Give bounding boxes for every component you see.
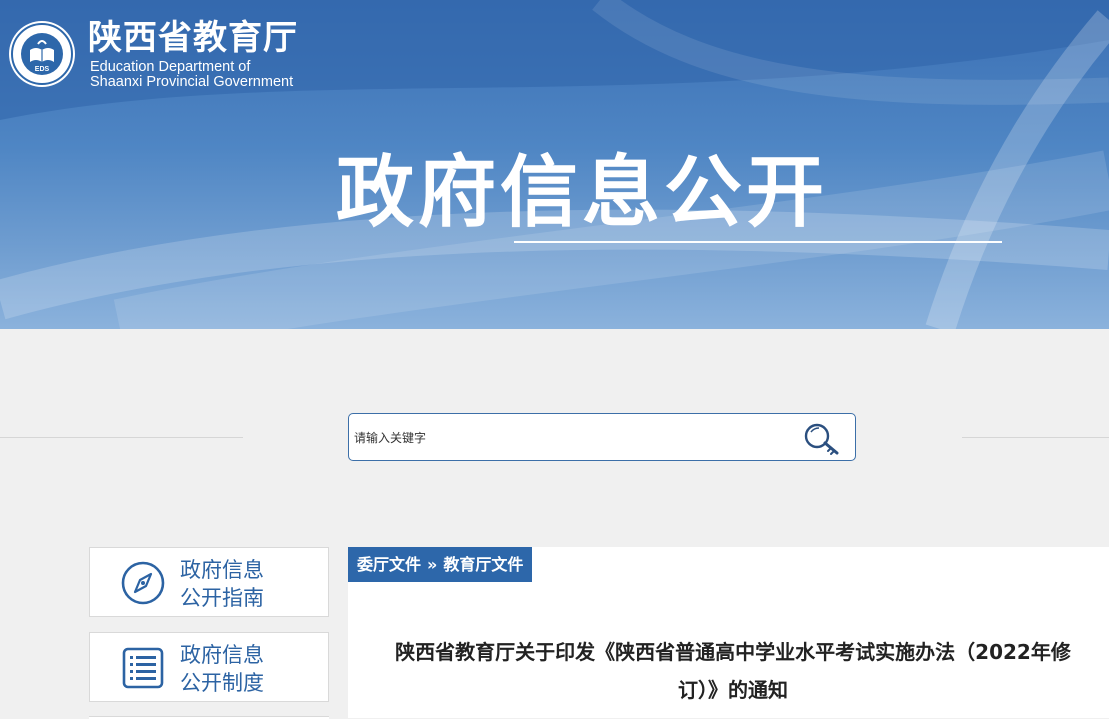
search-divider-right [962,437,1109,438]
search-input[interactable] [354,426,784,450]
sidebar-item-label-line1: 政府信息 [180,558,264,582]
breadcrumb-link-department-documents[interactable]: 教育厅文件 [443,555,523,574]
site-name-english-line1: Education Department of [90,59,251,75]
sidebar-item-label-line2: 公开指南 [180,586,264,610]
search-key-icon [804,423,839,455]
banner-title-underline [514,241,1002,243]
site-name: 陕西省教育厅 [88,18,298,58]
search-divider-left [0,437,243,438]
document-title-line1: 陕西省教育厅关于印发《陕西省普通高中学业水平考试实施办法（2022年修 [395,640,1071,664]
list-document-icon [120,645,166,691]
sidebar-item-label-line1: 政府信息 [180,643,264,667]
header-banner: EDS 陕西省教育厅 Education Department of Shaan… [0,0,1109,329]
logo-text: EDS [35,66,50,73]
sidebar-item-label: 政府信息 公开制度 [180,641,264,697]
sidebar-item-disclosure-guide[interactable]: 政府信息 公开指南 [89,547,329,617]
breadcrumb: 委厅文件 » 教育厅文件 [348,547,533,582]
sidebar-item-disclosure-system[interactable]: 政府信息 公开制度 [89,632,329,702]
site-name-english: Education Department of Shaanxi Provinci… [90,60,293,90]
document-panel: 委厅文件 » 教育厅文件 陕西省教育厅关于印发《陕西省普通高中学业水平考试实施办法（… [348,547,1109,718]
banner-title: 政府信息公开 [336,148,829,238]
site-name-english-line2: Shaanxi Provincial Government [90,74,294,90]
breadcrumb-link-committee-documents[interactable]: 委厅文件 [357,555,421,574]
site-logo[interactable]: EDS [8,20,76,88]
search-button[interactable] [801,420,845,456]
compass-icon [120,560,166,606]
search-box [348,413,856,461]
document-title: 陕西省教育厅关于印发《陕西省普通高中学业水平考试实施办法（2022年修 订）》的… [360,633,1106,709]
document-title-line2: 订）》的通知 [678,678,788,702]
sidebar-item-label: 政府信息 公开指南 [180,556,264,612]
sidebar-item-label-line2: 公开制度 [180,671,264,695]
breadcrumb-separator: » [427,555,438,574]
